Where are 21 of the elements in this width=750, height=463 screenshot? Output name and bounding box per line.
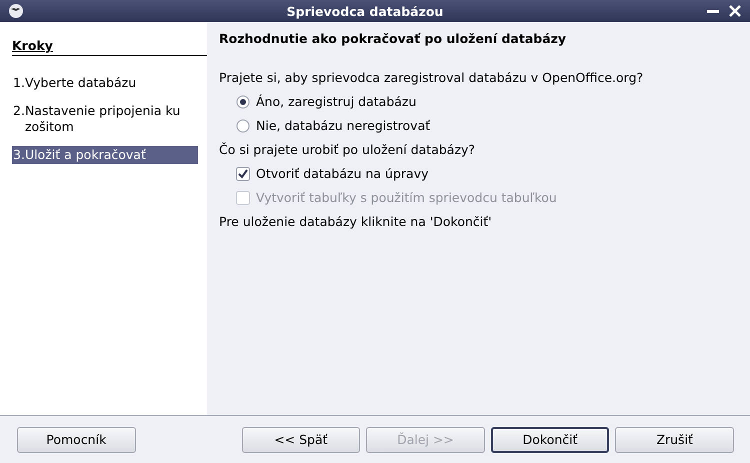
dialog-button[interactable]: Dokončiť xyxy=(490,426,610,452)
steps-heading: Kroky xyxy=(12,38,207,56)
window-title: Sprievodca databázou xyxy=(286,4,444,18)
radio-button[interactable] xyxy=(236,118,250,132)
question-label: Prajete si, aby sprievodca zaregistroval databázu v OpenOffice.org? xyxy=(219,70,644,85)
dialog-button[interactable]: << Späť xyxy=(242,426,360,452)
page-heading: Rozhodnutie ako pokračovať po uložení databázy xyxy=(219,31,568,46)
checkbox[interactable] xyxy=(236,166,250,180)
step-item[interactable]: 2.Nastavenie pripojenia ku zošitom xyxy=(12,102,198,136)
app-icon xyxy=(8,3,24,19)
dialog-button[interactable]: Pomocník xyxy=(17,426,136,452)
step-item[interactable]: 1.Vyberte databázu xyxy=(12,74,198,92)
instruction-text: Pre uloženie databázy kliknite na 'Dokončiť' xyxy=(219,214,493,229)
checkbox-label[interactable]: Otvoriť databázu na úpravy xyxy=(256,166,428,181)
step-item[interactable]: 3.Uložiť a pokračovať xyxy=(12,146,198,164)
radio-button[interactable] xyxy=(236,94,250,108)
question-label: Čo si prajete urobiť po uložení databázy? xyxy=(219,142,476,157)
radio-label[interactable]: Áno, zaregistruj databázu xyxy=(256,94,416,109)
close-icon[interactable] xyxy=(728,4,742,18)
radio-label[interactable]: Nie, databázu neregistrovať xyxy=(256,118,430,133)
dialog-button[interactable]: Zrušiť xyxy=(615,426,734,452)
